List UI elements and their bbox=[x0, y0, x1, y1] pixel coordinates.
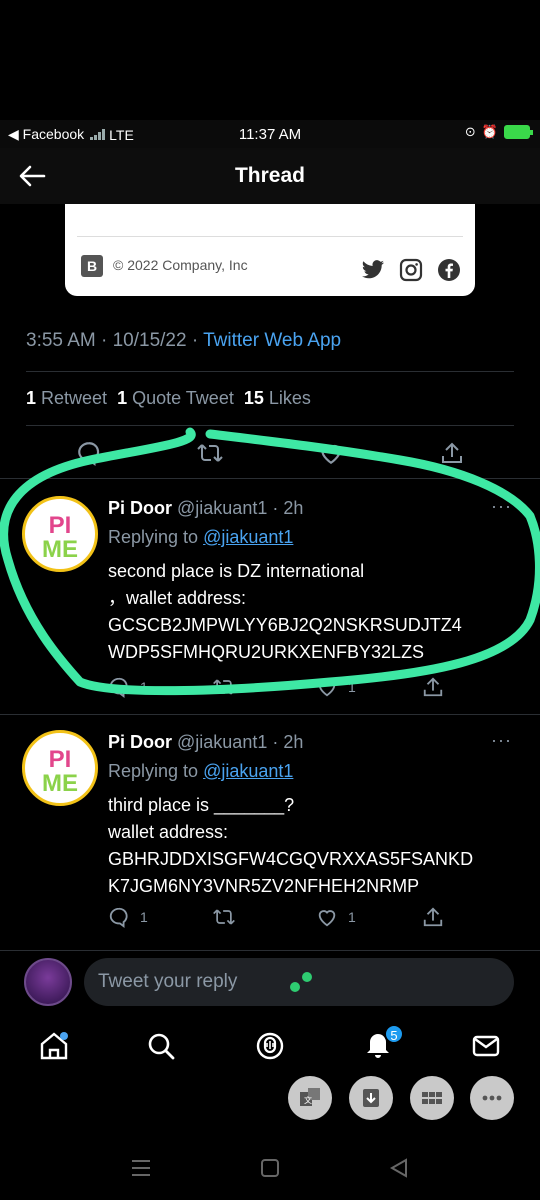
floating-toolbar: 文 bbox=[0, 1076, 540, 1122]
system-navigation bbox=[0, 1140, 540, 1200]
rotation-lock-icon: ⊙ bbox=[464, 124, 476, 139]
engagement-stats: 1 Retweet 1 Quote Tweet 15 Likes bbox=[26, 388, 311, 409]
tweet-timestamp: 3:55 AM · 10/15/22 · Twitter Web App bbox=[26, 330, 341, 352]
instagram-icon[interactable] bbox=[399, 258, 423, 282]
messages-icon[interactable] bbox=[470, 1030, 502, 1062]
highlight-scribble bbox=[0, 427, 540, 696]
ellipsis-icon bbox=[482, 1095, 502, 1101]
avatar[interactable]: PI ME bbox=[22, 730, 98, 806]
tweet-date: 3:55 AM · 10/15/22 · bbox=[26, 330, 204, 351]
retweets-stat[interactable]: 1 Retweet bbox=[26, 388, 107, 408]
card-divider bbox=[77, 236, 463, 237]
grid-button[interactable] bbox=[410, 1076, 454, 1120]
reply-count: 1 bbox=[140, 909, 148, 925]
like-icon[interactable] bbox=[316, 906, 338, 928]
reply-icon[interactable] bbox=[108, 906, 130, 928]
page-title: Thread bbox=[234, 164, 305, 187]
home-square-icon[interactable] bbox=[259, 1157, 281, 1179]
svg-text:文: 文 bbox=[304, 1095, 312, 1105]
back-triangle-icon[interactable] bbox=[388, 1157, 410, 1179]
quote-tweets-stat[interactable]: 1 Quote Tweet bbox=[117, 388, 234, 408]
replying-to: Replying to @jiakuant1 bbox=[108, 761, 294, 781]
notifications-badge: 5 bbox=[384, 1024, 404, 1044]
download-button[interactable] bbox=[349, 1076, 393, 1120]
share-icon[interactable] bbox=[422, 906, 444, 928]
card-copyright: © 2022 Company, Inc bbox=[113, 257, 248, 273]
tweet-source-link[interactable]: Twitter Web App bbox=[203, 330, 341, 351]
translate-button[interactable]: 文 bbox=[288, 1076, 332, 1120]
svg-text:ME: ME bbox=[42, 770, 78, 797]
bottom-navigation: 5 bbox=[0, 1022, 540, 1074]
pi-me-logo: PI ME bbox=[42, 746, 78, 797]
clock: 11:37 AM bbox=[238, 126, 302, 143]
author-name[interactable]: Pi Door bbox=[108, 732, 172, 752]
reply-tweet[interactable]: PI ME Pi Door @jiakuant1 · 2h ··· Replyi… bbox=[0, 714, 540, 948]
highlight-stroke bbox=[0, 427, 540, 696]
facebook-icon[interactable] bbox=[437, 258, 461, 282]
tweet-actions: 1 1 bbox=[0, 906, 540, 936]
search-icon[interactable] bbox=[145, 1030, 177, 1062]
tweet-author: Pi Door @jiakuant1 · 2h bbox=[108, 732, 303, 753]
brand-logo: B bbox=[81, 255, 103, 277]
svg-text:PI: PI bbox=[49, 746, 72, 773]
author-handle[interactable]: @jiakuant1 · 2h bbox=[172, 732, 303, 752]
top-dark-area bbox=[0, 0, 540, 120]
my-avatar[interactable] bbox=[24, 958, 72, 1006]
dots-icon bbox=[290, 972, 314, 996]
link-preview-card[interactable]: B © 2022 Company, Inc bbox=[65, 204, 475, 296]
likes-stat[interactable]: 15 Likes bbox=[244, 388, 311, 408]
status-bar: ◀ Facebook LTE 11:37 AM ⊙ ⏰ bbox=[0, 120, 540, 148]
home-icon[interactable] bbox=[38, 1030, 70, 1062]
retweet-icon[interactable] bbox=[212, 906, 236, 928]
more-button[interactable] bbox=[470, 1076, 514, 1120]
download-icon bbox=[363, 1089, 379, 1107]
grid-icon bbox=[422, 1092, 442, 1104]
thread-header: Thread bbox=[0, 148, 540, 204]
twitter-bird-icon[interactable] bbox=[361, 260, 385, 280]
divider bbox=[26, 371, 514, 372]
translate-icon: 文 bbox=[300, 1088, 320, 1106]
alarm-icon: ⏰ bbox=[481, 124, 498, 139]
mention-link[interactable]: @jiakuant1 bbox=[203, 761, 293, 781]
spaces-icon[interactable] bbox=[254, 1030, 286, 1062]
recents-icon[interactable] bbox=[130, 1158, 152, 1178]
battery-icon bbox=[504, 125, 533, 139]
like-count: 1 bbox=[348, 909, 356, 925]
tweet-text: third place is _______? wallet address: … bbox=[108, 795, 474, 896]
notifications-tab[interactable]: 5 bbox=[362, 1024, 404, 1064]
more-options-icon[interactable]: ··· bbox=[491, 730, 512, 751]
